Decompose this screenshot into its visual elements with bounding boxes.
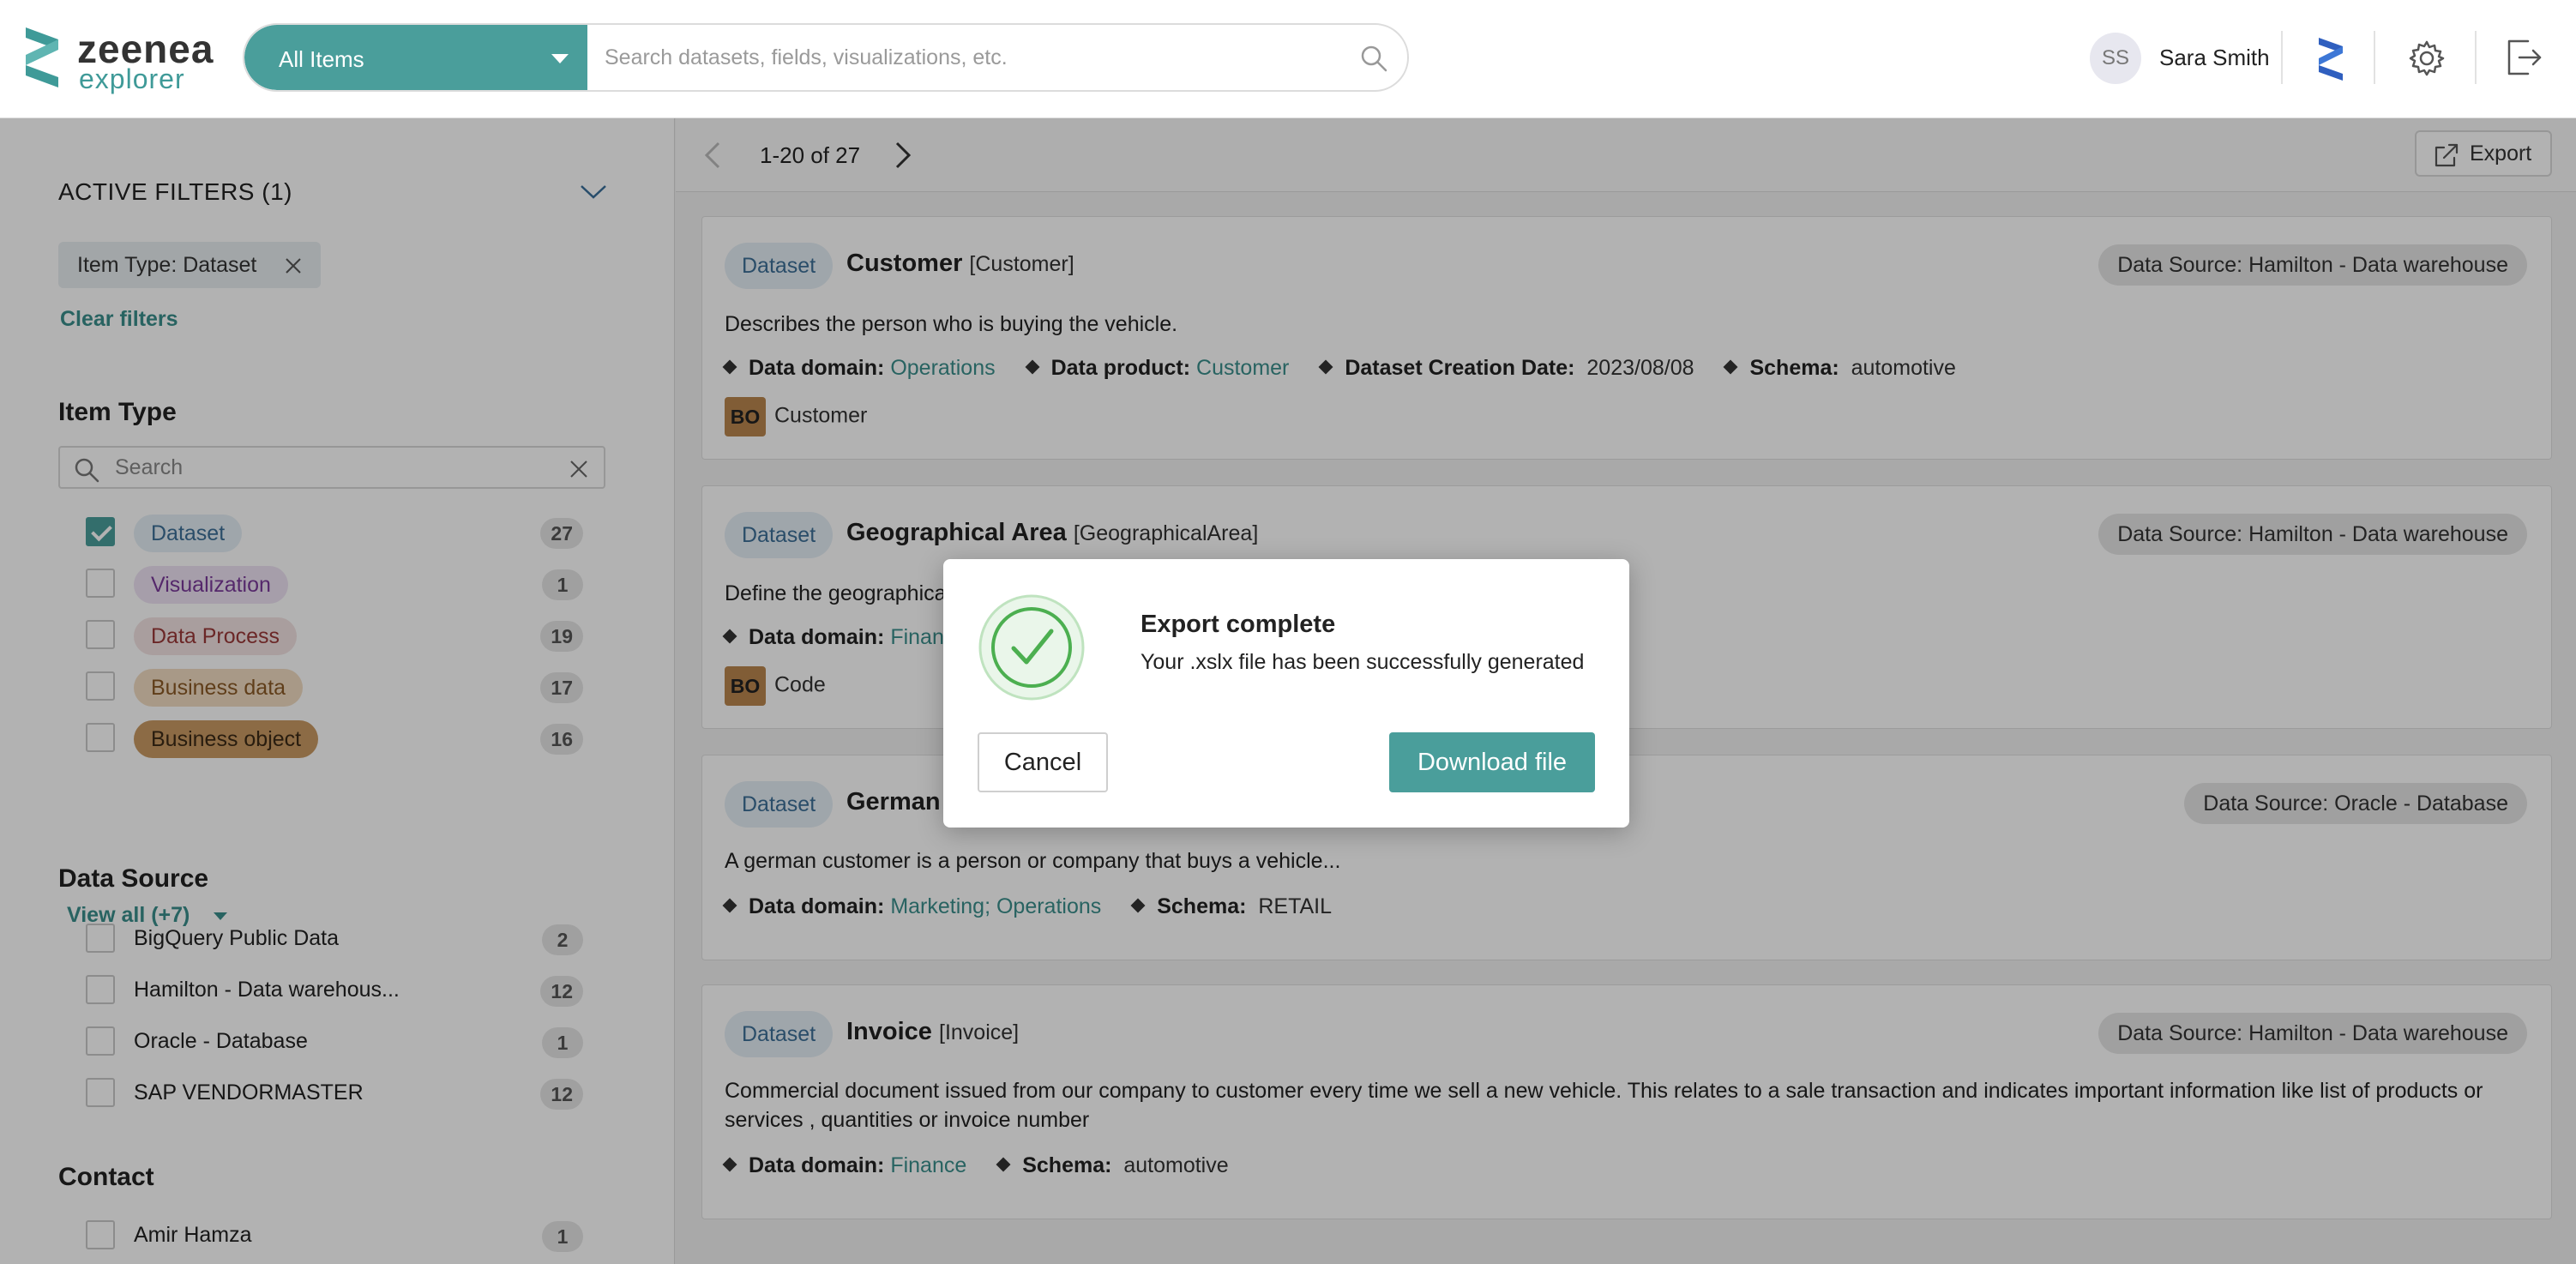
caret-down-icon bbox=[551, 54, 569, 63]
dialog-message: Your .xslx file has been successfully ge… bbox=[1141, 650, 1585, 674]
header-divider bbox=[2475, 31, 2477, 84]
zeenea-logo[interactable]: zeenea explorer bbox=[26, 26, 214, 94]
top-header: zeenea explorer All Items SS Sara Smith bbox=[0, 0, 2576, 118]
header-divider bbox=[2374, 31, 2375, 84]
logo-text-secondary: explorer bbox=[79, 63, 185, 94]
item-type-select[interactable]: All Items bbox=[244, 25, 587, 90]
zeenea-logo-icon bbox=[26, 27, 58, 87]
item-type-select-label: All Items bbox=[279, 46, 364, 72]
user-avatar[interactable]: SS bbox=[2090, 33, 2141, 84]
download-file-button[interactable]: Download file bbox=[1389, 732, 1595, 792]
cancel-button[interactable]: Cancel bbox=[978, 732, 1108, 792]
export-complete-dialog: Export complete Your .xslx file has been… bbox=[943, 559, 1629, 828]
search-input[interactable] bbox=[605, 25, 1325, 90]
search-icon[interactable] bbox=[1359, 44, 1388, 73]
header-divider bbox=[2281, 31, 2283, 84]
global-search: All Items bbox=[243, 23, 1409, 92]
success-check-icon bbox=[978, 594, 1085, 701]
logout-icon[interactable] bbox=[2504, 38, 2543, 77]
zeenea-studio-icon[interactable] bbox=[2315, 34, 2346, 84]
gear-icon[interactable] bbox=[2408, 39, 2446, 77]
user-name[interactable]: Sara Smith bbox=[2159, 45, 2270, 71]
dialog-title: Export complete bbox=[1141, 611, 1336, 638]
